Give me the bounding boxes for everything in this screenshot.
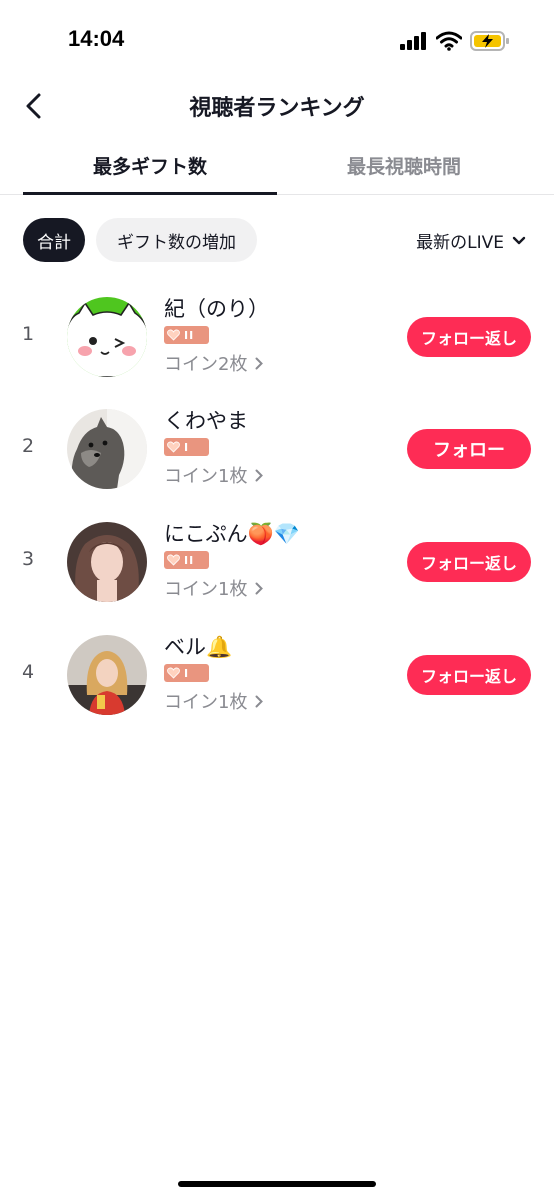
heart-icon — [167, 554, 180, 566]
coin-count-link[interactable]: コイン2枚 — [164, 350, 264, 376]
coin-count-link[interactable]: コイン1枚 — [164, 575, 264, 601]
coin-count-link[interactable]: コイン1枚 — [164, 688, 264, 714]
viewer-row[interactable]: 3 にこぷん🍑💎 II コイン1枚 フォロー返し — [0, 512, 554, 612]
coin-count: コイン1枚 — [164, 579, 248, 600]
active-tab-indicator — [23, 192, 277, 195]
rank-number: 4 — [22, 661, 35, 683]
tab-longest-watch-time[interactable]: 最長視聴時間 — [277, 152, 531, 179]
coin-count: コイン1枚 — [164, 466, 248, 487]
gifter-level-badge: I — [164, 664, 209, 682]
heart-icon — [167, 329, 180, 341]
chevron-right-icon — [255, 469, 264, 481]
heart-icon — [167, 667, 180, 679]
coin-count-link[interactable]: コイン1枚 — [164, 462, 264, 488]
chevron-right-icon — [255, 582, 264, 594]
viewer-row[interactable]: 4 ベル🔔 I コイン1枚 フォロー返し — [0, 625, 554, 725]
chevron-down-icon — [512, 236, 526, 244]
viewer-name: くわやま — [164, 409, 248, 433]
rank-number: 3 — [22, 548, 35, 570]
badge-level: II — [184, 553, 195, 567]
heart-icon — [167, 441, 180, 453]
viewer-name: ベル🔔 — [164, 635, 233, 659]
sort-dropdown-label: 最新のLIVE — [416, 233, 504, 253]
viewer-row[interactable]: 1 紀（のり） II コイン2枚 フォロー返し — [0, 287, 554, 387]
cat-avatar[interactable] — [67, 297, 147, 377]
gifter-level-badge: II — [164, 551, 209, 569]
tab-bar: 最多ギフト数 最長視聴時間 — [0, 140, 554, 195]
coin-count: コイン1枚 — [164, 692, 248, 713]
coin-count: コイン2枚 — [164, 354, 248, 375]
follow-back-button[interactable]: フォロー返し — [407, 317, 531, 357]
sort-dropdown[interactable]: 最新のLIVE — [416, 228, 526, 253]
person-avatar[interactable] — [67, 635, 147, 715]
follow-button[interactable]: フォロー — [407, 429, 531, 469]
rank-number: 1 — [22, 323, 35, 345]
girl-avatar[interactable] — [67, 522, 147, 602]
viewer-name: 紀（のり） — [164, 297, 269, 321]
gifter-level-badge: I — [164, 438, 209, 456]
filter-total-chip[interactable]: 合計 — [23, 218, 85, 262]
page-title: 視聴者ランキング — [189, 96, 365, 121]
filter-gift-increase-chip[interactable]: ギフト数の増加 — [96, 218, 257, 262]
wifi-icon — [436, 31, 462, 51]
tab-most-gifts[interactable]: 最多ギフト数 — [23, 152, 277, 179]
status-icons — [400, 30, 510, 52]
badge-level: I — [184, 666, 190, 680]
badge-level: I — [184, 440, 190, 454]
signal-icon — [400, 32, 426, 50]
screen: 14:04 視聴者ランキング 最多ギフト数 最長視聴時間 合計 ギフト数の増加 … — [0, 0, 554, 1200]
status-time: 14:04 — [68, 26, 125, 51]
dog-avatar[interactable] — [67, 409, 147, 489]
chevron-right-icon — [255, 357, 264, 369]
rank-number: 2 — [22, 435, 35, 457]
viewer-name: にこぷん🍑💎 — [164, 522, 300, 546]
home-indicator[interactable] — [178, 1181, 376, 1187]
follow-back-button[interactable]: フォロー返し — [407, 655, 531, 695]
battery-charging-icon — [470, 31, 509, 51]
badge-level: II — [184, 328, 195, 342]
chevron-right-icon — [255, 695, 264, 707]
viewer-row[interactable]: 2 くわやま I コイン1枚 フォロー — [0, 399, 554, 499]
gifter-level-badge: II — [164, 326, 209, 344]
follow-back-button[interactable]: フォロー返し — [407, 542, 531, 582]
